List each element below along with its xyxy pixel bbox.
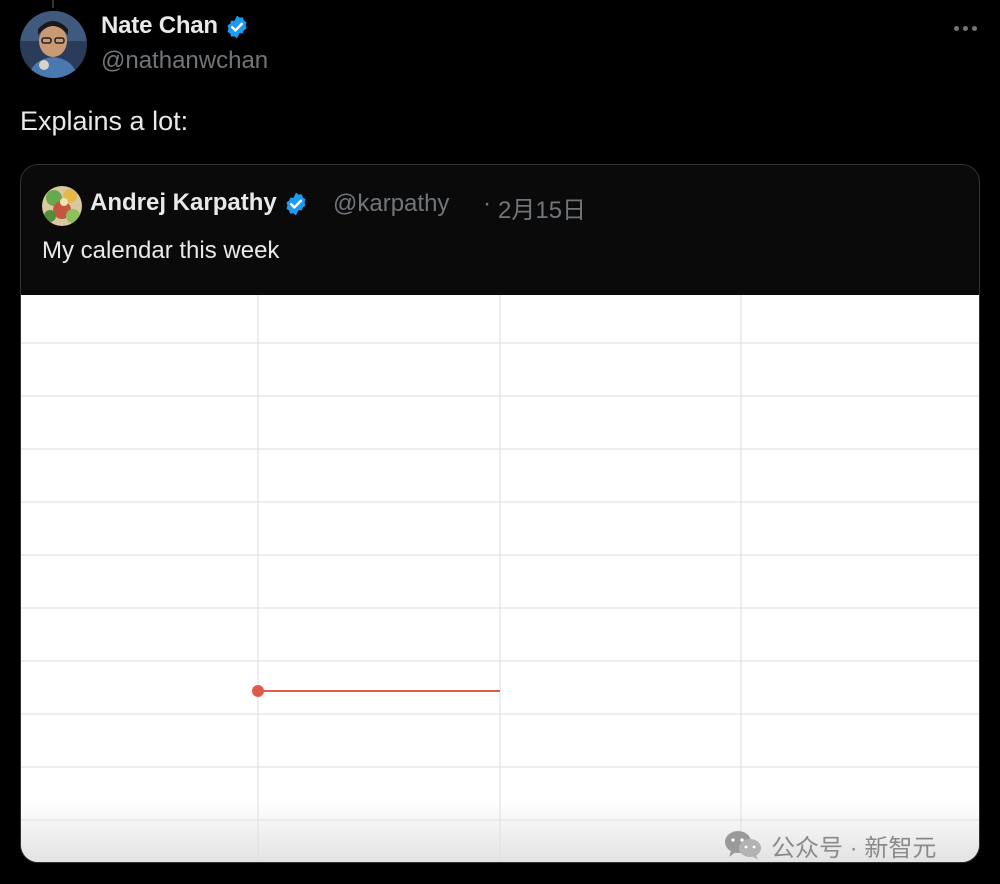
author-name[interactable]: Nate Chan bbox=[101, 12, 250, 40]
current-time-indicator-dot bbox=[252, 685, 264, 697]
calendar-screenshot-image[interactable] bbox=[21, 295, 979, 862]
meta-separator: · bbox=[483, 190, 491, 217]
quoted-tweet-card[interactable]: Andrej Karpathy @karpathy · 2月15日 My cal… bbox=[20, 164, 980, 863]
author-avatar[interactable] bbox=[20, 11, 87, 78]
author-handle[interactable]: @nathanwchan bbox=[101, 47, 268, 75]
tweet-text: Explains a lot: bbox=[20, 106, 189, 136]
quoted-author-handle[interactable]: @karpathy bbox=[333, 190, 449, 218]
verified-badge-icon bbox=[286, 192, 306, 216]
quoted-tweet-date[interactable]: 2月15日 bbox=[498, 190, 586, 225]
wechat-icon bbox=[725, 831, 761, 860]
quoted-tweet-text: My calendar this week bbox=[42, 237, 280, 264]
watermark: 公众号 · 新智元 bbox=[723, 826, 936, 864]
quoted-author-name[interactable]: Andrej Karpathy bbox=[90, 189, 309, 217]
thread-connector-line bbox=[52, 0, 54, 8]
author-name-text[interactable]: Nate Chan bbox=[101, 12, 218, 39]
quoted-author-name-text[interactable]: Andrej Karpathy bbox=[90, 189, 277, 216]
more-options-icon[interactable] bbox=[950, 18, 980, 38]
watermark-text: 公众号 · 新智元 bbox=[771, 834, 937, 862]
verified-badge-icon bbox=[227, 15, 247, 39]
calendar-grid bbox=[21, 295, 979, 862]
quoted-author-avatar[interactable] bbox=[42, 186, 82, 226]
